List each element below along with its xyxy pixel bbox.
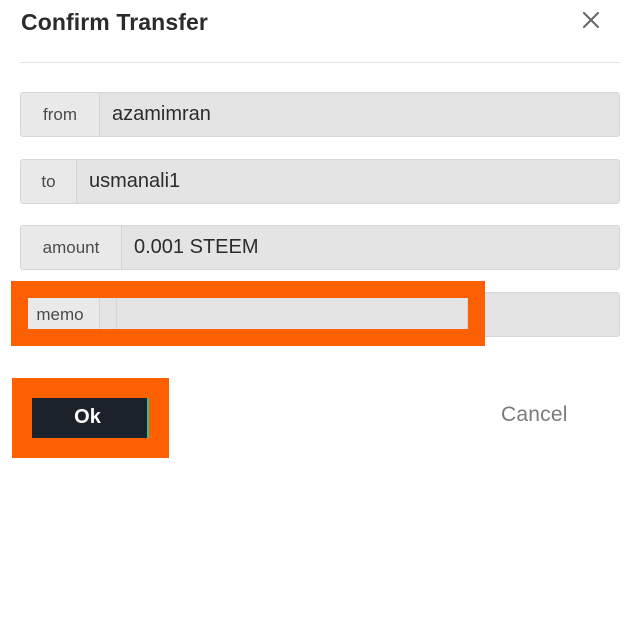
confirm-transfer-dialog: Confirm Transfer from azamimran to usman… [0,0,640,635]
cancel-button[interactable]: Cancel [501,403,568,427]
close-icon[interactable] [575,4,607,36]
field-label-to: to [21,160,77,203]
field-row-to: to usmanali1 [20,159,620,204]
field-label-memo: memo [21,293,100,336]
field-label-amount: amount [21,226,122,269]
header-divider [20,62,620,63]
field-value-to[interactable]: usmanali1 [77,160,619,203]
dialog-header: Confirm Transfer [0,0,640,63]
ok-button[interactable]: Ok [32,393,153,441]
field-value-from[interactable]: azamimran [100,93,619,136]
field-label-from: from [21,93,100,136]
field-row-from: from azamimran [20,92,620,137]
memo-input-highlighted[interactable] [116,297,468,332]
page-title: Confirm Transfer [21,9,208,35]
field-row-amount: amount 0.001 STEEM [20,225,620,270]
field-value-amount[interactable]: 0.001 STEEM [122,226,619,269]
